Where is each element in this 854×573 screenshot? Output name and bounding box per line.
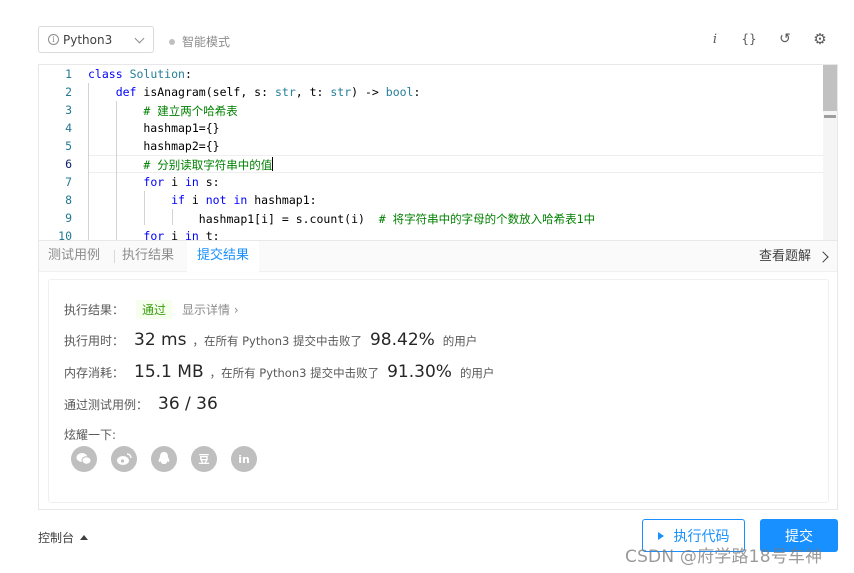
- status-row: 执行结果： 通过 显示详情 ›: [64, 300, 239, 319]
- line-number: 7: [65, 175, 72, 189]
- memory-row: 内存消耗： 15.1 MB ，在所有 Python3 提交中击败了 91.30%…: [64, 362, 494, 382]
- info-icon: i: [48, 34, 59, 45]
- editor-scrollbar[interactable]: [823, 65, 837, 240]
- line-number: 4: [65, 121, 72, 135]
- tab-submit-result[interactable]: 提交结果: [187, 241, 260, 272]
- linkedin-icon[interactable]: in: [231, 446, 257, 472]
- memory-value: 15.1 MB: [134, 362, 204, 382]
- tab-testcase[interactable]: 测试用例: [48, 241, 100, 272]
- line-number: 6: [65, 157, 72, 171]
- testcases-label: 通过测试用例：: [64, 398, 149, 412]
- share-label-row: 炫耀一下:: [64, 426, 116, 443]
- runtime-percent: 98.42%: [369, 330, 435, 350]
- code-line: class Solution:: [88, 67, 192, 81]
- memory-text: ，在所有 Python3 提交中击败了: [209, 366, 380, 380]
- runtime-suffix: 的用户: [442, 334, 478, 348]
- memory-percent: 91.30%: [387, 362, 452, 382]
- show-details-link[interactable]: 显示详情 ›: [182, 301, 239, 318]
- line-number: 5: [65, 139, 72, 153]
- caret-up-icon: [80, 535, 89, 540]
- code-editor[interactable]: 1 2 3 4 5 6 7 8 9 10 class Solution: def…: [38, 64, 838, 240]
- code-line: if i not in hashmap1:: [171, 193, 317, 207]
- language-select-value: Python3: [63, 32, 113, 47]
- runtime-row: 执行用时： 32 ms ，在所有 Python3 提交中击败了 98.42% 的…: [64, 330, 477, 350]
- chevron-right-icon: ›: [233, 303, 239, 317]
- scrollbar-thumb[interactable]: [823, 65, 837, 111]
- smart-mode-label: 智能模式: [182, 35, 231, 49]
- line-number: 9: [65, 211, 72, 225]
- share-label: 炫耀一下:: [64, 428, 117, 442]
- chevron-right-icon: [817, 250, 829, 263]
- code-lines: class Solution: def isAnagram(self, s: s…: [88, 65, 823, 240]
- tab-run-result[interactable]: 执行结果: [122, 241, 174, 272]
- code-line: # 建立两个哈希表: [143, 104, 238, 118]
- chevron-down-icon: [134, 33, 145, 44]
- status-label: 执行结果：: [64, 303, 125, 317]
- line-number: 8: [65, 193, 72, 207]
- qq-icon[interactable]: [151, 446, 177, 472]
- code-line: for i in s:: [143, 175, 220, 189]
- line-number: 10: [58, 229, 72, 240]
- status-badge: 通过: [136, 300, 173, 319]
- douban-icon[interactable]: 豆: [191, 446, 217, 472]
- editor-toolbar: i Python3 智能模式 i {} ↺ ⚙: [0, 0, 854, 64]
- language-select[interactable]: i Python3: [38, 26, 154, 53]
- testcases-value: 36 / 36: [158, 394, 218, 414]
- result-tabs: 测试用例 执行结果 提交结果 查看题解: [39, 241, 837, 272]
- tab-divider: [114, 250, 115, 263]
- console-toggle[interactable]: 控制台: [38, 529, 89, 546]
- runtime-value: 32 ms: [134, 330, 187, 350]
- console-label: 控制台: [38, 531, 75, 545]
- submission-card: 执行结果： 通过 显示详情 › 执行用时： 32 ms ，在所有 Python3…: [48, 279, 829, 503]
- code-line: hashmap1[i] = s.count(i) # 将字符串中的字母的个数放入…: [88, 212, 596, 226]
- line-number: 2: [65, 85, 72, 99]
- memory-label: 内存消耗：: [64, 366, 125, 380]
- scrollbar-marker: [824, 115, 836, 118]
- smart-mode-toggle[interactable]: 智能模式: [169, 33, 230, 50]
- watermark: CSDN @府学路18号车神: [625, 547, 823, 567]
- runtime-text: ，在所有 Python3 提交中击败了: [192, 334, 362, 348]
- wechat-icon[interactable]: [71, 446, 97, 472]
- view-solution-link[interactable]: 查看题解: [758, 241, 829, 272]
- share-buttons: 豆 in: [71, 446, 271, 472]
- reset-icon[interactable]: ↺: [776, 30, 794, 48]
- settings-icon[interactable]: ⚙: [811, 30, 829, 48]
- view-solution-label: 查看题解: [758, 248, 811, 264]
- weibo-icon[interactable]: [111, 446, 137, 472]
- line-number: 3: [65, 103, 72, 117]
- info-italic-icon[interactable]: i: [706, 30, 724, 48]
- line-number-gutter: 1 2 3 4 5 6 7 8 9 10: [39, 65, 83, 240]
- code-line: for i in t:: [143, 229, 220, 240]
- code-line: hashmap2={}: [88, 139, 220, 153]
- code-line: def isAnagram(self, s: str, t: str) -> b…: [115, 85, 421, 99]
- memory-suffix: 的用户: [459, 366, 495, 380]
- braces-icon[interactable]: {}: [740, 30, 758, 48]
- code-line: hashmap1={}: [88, 121, 220, 135]
- testcases-row: 通过测试用例： 36 / 36: [64, 394, 218, 414]
- code-line: # 分别读取字符串中的值: [143, 157, 274, 172]
- mode-dot-icon: [169, 38, 175, 45]
- runtime-label: 执行用时：: [64, 334, 125, 348]
- show-details-label: 显示详情: [182, 303, 231, 317]
- play-icon: [657, 531, 664, 540]
- result-panel: 测试用例 执行结果 提交结果 查看题解 执行结果： 通过 显示详情 › 执行用时…: [38, 240, 838, 510]
- line-number: 1: [65, 67, 72, 81]
